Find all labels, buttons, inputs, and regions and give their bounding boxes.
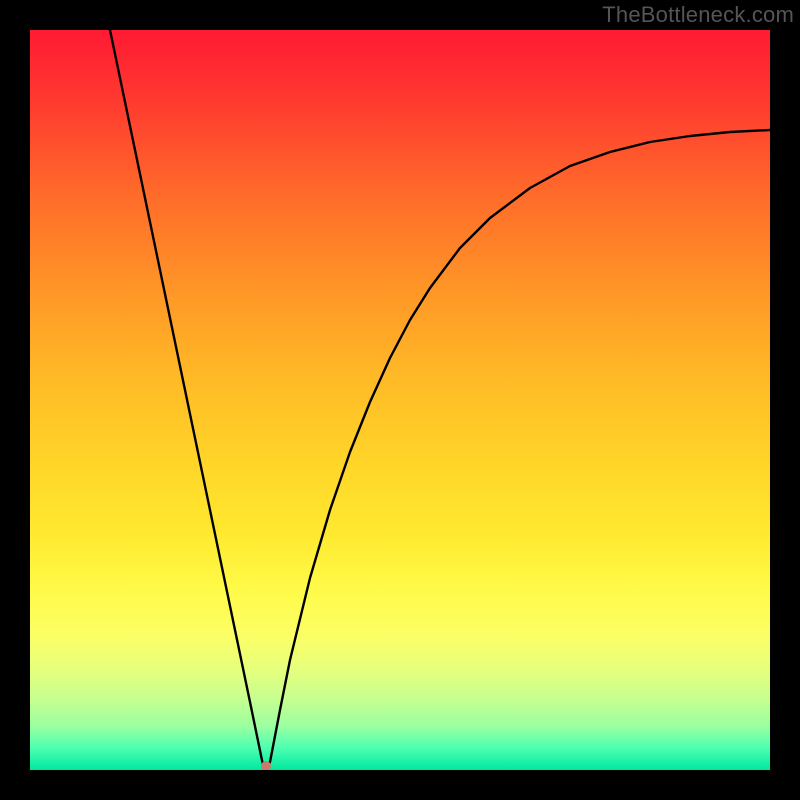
plot-area [30, 30, 770, 770]
bottleneck-curve [110, 30, 770, 770]
chart-container: TheBottleneck.com [0, 0, 800, 800]
watermark-text: TheBottleneck.com [602, 2, 794, 28]
chart-svg [30, 30, 770, 770]
